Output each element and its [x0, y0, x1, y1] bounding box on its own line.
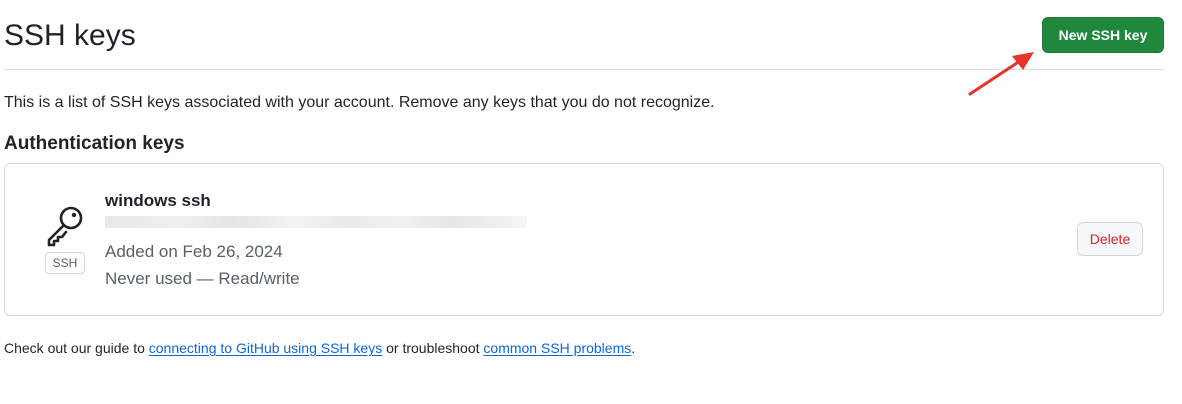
connecting-ssh-guide-link[interactable]: connecting to GitHub using SSH keys — [149, 340, 382, 356]
footer-prefix: Check out our guide to — [4, 340, 149, 356]
intro-text: This is a list of SSH keys associated wi… — [4, 94, 715, 111]
key-added-date: Added on Feb 26, 2024 — [105, 242, 283, 261]
annotation-arrow-icon — [968, 52, 1034, 96]
footer-suffix: . — [631, 340, 636, 356]
help-footer: Check out our guide to connecting to Git… — [4, 338, 635, 358]
common-ssh-problems-link[interactable]: common SSH problems — [483, 340, 631, 356]
footer-middle: or troubleshoot — [382, 340, 484, 356]
delete-key-button[interactable]: Delete — [1077, 222, 1143, 256]
key-fingerprint-redacted — [105, 216, 527, 228]
key-icon — [41, 202, 89, 250]
ssh-keys-page: SSH keys New SSH key This is a list of S… — [0, 0, 1182, 404]
key-title: windows ssh — [105, 191, 211, 210]
key-usage-status: Never used — Read/write — [105, 269, 300, 288]
authentication-keys-heading: Authentication keys — [4, 133, 185, 154]
key-type-badge: SSH — [45, 252, 85, 274]
ssh-key-list: SSH windows ssh Added on Feb 26, 2024 Ne… — [4, 163, 1164, 316]
new-ssh-key-button[interactable]: New SSH key — [1042, 17, 1164, 53]
page-title: SSH keys — [4, 19, 136, 52]
